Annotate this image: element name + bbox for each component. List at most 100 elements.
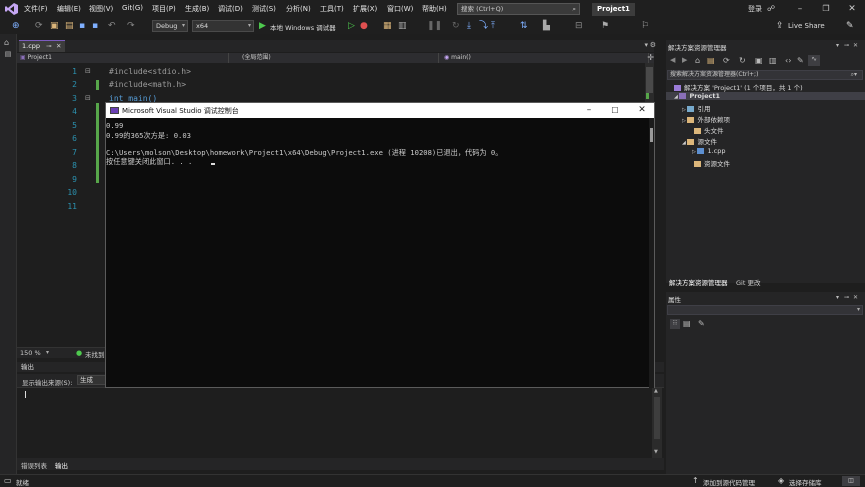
browse-icon[interactable]: ▦	[383, 21, 393, 31]
start-without-debug-icon[interactable]: ▷	[348, 21, 358, 31]
menu-help[interactable]: 帮助(H)	[422, 4, 447, 14]
back-icon[interactable]: ◀	[670, 56, 675, 64]
restore-button[interactable]: ❐	[819, 2, 833, 16]
search-box[interactable]: 搜索 (Ctrl+Q) ⌕	[457, 3, 580, 15]
output-text-area[interactable]: ▲ ▼	[17, 387, 664, 458]
categorized-icon[interactable]: ⁝⁝	[670, 319, 680, 329]
step-into-icon[interactable]: ⤓	[467, 21, 477, 31]
collapse-icon[interactable]: ⊟	[85, 94, 91, 102]
pin-icon[interactable]: ⊸	[46, 41, 51, 52]
output-scrollbar[interactable]: ▲ ▼	[652, 388, 662, 458]
properties-object-selector[interactable]: ▾	[667, 305, 863, 315]
scrollbar-thumb[interactable]	[654, 397, 660, 439]
live-share-button[interactable]: Live Share	[788, 22, 825, 30]
tab-git-changes[interactable]: Git 更改	[736, 277, 760, 287]
tab-overflow-icon[interactable]: ▾	[644, 41, 648, 49]
menu-edit[interactable]: 编辑(E)	[57, 4, 81, 14]
settings-gear-icon[interactable]: ⚙	[650, 41, 656, 49]
preview-feature-icon[interactable]: ✎	[846, 21, 856, 31]
issues-status-text[interactable]: 未找到	[85, 349, 105, 359]
menu-project[interactable]: 项目(P)	[152, 4, 176, 14]
add-to-source-control[interactable]: 添加到源代码管理	[703, 477, 755, 487]
step-out-icon[interactable]: ⤒	[491, 21, 501, 31]
panel-close-icon[interactable]: ✕	[853, 42, 858, 49]
home-icon[interactable]: ⌂	[695, 56, 700, 65]
undo-icon[interactable]: ↶	[108, 21, 118, 31]
tab-error-list[interactable]: 错误列表	[21, 460, 47, 470]
forward-nav-icon[interactable]: ▶	[682, 56, 687, 64]
zoom-level[interactable]: 150 %	[20, 349, 41, 357]
alphabetical-icon[interactable]: ▤	[683, 319, 691, 328]
panel-close-icon[interactable]: ✕	[853, 294, 858, 301]
menu-tools[interactable]: 工具(T)	[320, 4, 344, 14]
notifications-icon[interactable]: ◫	[842, 476, 860, 486]
live-share-icon[interactable]: ⇪	[776, 21, 786, 31]
property-pages-icon[interactable]: ✎	[698, 319, 705, 328]
save-icon[interactable]: ▪	[79, 21, 89, 31]
login-link[interactable]: 登录	[748, 4, 762, 14]
step-over-icon[interactable]: ⤵	[479, 21, 489, 31]
config-dropdown[interactable]: Debug	[152, 20, 188, 32]
toolbox-tab[interactable]: ▤	[4, 50, 12, 58]
panel-options-icon[interactable]: ▾	[836, 42, 839, 49]
nav-project-dropdown[interactable]: ▣ Project1	[17, 53, 229, 63]
menu-analyze[interactable]: 分析(N)	[286, 4, 311, 14]
tree-file-1cpp[interactable]: ▷ 1.cpp	[692, 147, 725, 155]
menu-test[interactable]: 测试(S)	[252, 4, 276, 14]
tab-output[interactable]: 输出	[55, 460, 68, 470]
split-editor-icon[interactable]: ✛	[647, 53, 654, 63]
menu-window[interactable]: 窗口(W)	[387, 4, 413, 14]
solution-search-box[interactable]: 搜索解决方案资源管理器(Ctrl+;) ⌕▾	[667, 70, 863, 80]
panel-pin-icon[interactable]: ⊸	[844, 42, 849, 49]
collapse-icon[interactable]: ⊟	[85, 67, 91, 75]
scrollbar-thumb[interactable]	[646, 67, 653, 93]
tree-header-files[interactable]: 头文件	[694, 125, 724, 135]
diagnostics-icon[interactable]: ▙	[543, 21, 553, 31]
tree-external-deps[interactable]: ▷ 外部依赖项	[682, 114, 730, 124]
nav-scope-dropdown[interactable]: (全局范围)	[239, 53, 439, 63]
new-item-icon[interactable]: ⊕	[12, 21, 22, 31]
menu-build[interactable]: 生成(B)	[185, 4, 209, 14]
forward-icon[interactable]: ⟳	[35, 21, 45, 31]
new-project-icon[interactable]: ▣	[50, 21, 60, 31]
console-output[interactable]: 0.99 0.99的365次方是: 0.03 C:\Users\molson\D…	[106, 118, 654, 388]
tab-1cpp[interactable]: 1.cpp ⊸ ✕	[19, 40, 65, 52]
run-debugger-button[interactable]: 本地 Windows 调试器	[270, 22, 336, 32]
console-minimize-button[interactable]: –	[579, 104, 599, 117]
save-all-icon[interactable]: ▪	[92, 21, 102, 31]
comment-icon[interactable]: ⊟	[575, 21, 585, 31]
code-view-icon[interactable]: ‹›	[785, 56, 791, 65]
console-scrollbar[interactable]	[649, 118, 654, 388]
tree-resource-files[interactable]: 资源文件	[694, 158, 730, 168]
zoom-dropdown-icon[interactable]: ▾	[46, 349, 49, 356]
preview-icon[interactable]: ∿	[808, 55, 820, 66]
switch-views-icon[interactable]: ▤	[707, 56, 715, 65]
console-scrollbar-thumb[interactable]	[650, 128, 653, 142]
tree-references[interactable]: ▷ 引用	[682, 103, 710, 113]
panel-pin-icon[interactable]: ⊸	[844, 294, 849, 301]
panel-options-icon[interactable]: ▾	[836, 294, 839, 301]
server-explorer-icon[interactable]: ⌂	[4, 38, 9, 47]
hot-reload-icon[interactable]: ●	[360, 21, 370, 31]
refresh-icon[interactable]: ↻	[739, 56, 746, 65]
console-close-button[interactable]: ✕	[632, 104, 652, 117]
bookmark-icon[interactable]: ⚑	[601, 21, 611, 31]
minimize-button[interactable]: –	[793, 2, 807, 16]
properties-wrench-icon[interactable]: ✎	[797, 56, 804, 65]
tree-source-files[interactable]: ◢ 源文件	[682, 136, 717, 146]
scroll-down-icon[interactable]: ▼	[654, 449, 658, 455]
menu-file[interactable]: 文件(F)	[24, 4, 48, 14]
menu-extensions[interactable]: 扩展(X)	[353, 4, 377, 14]
tab-solution-explorer[interactable]: 解决方案资源管理器	[669, 277, 728, 287]
menu-git[interactable]: Git(G)	[122, 4, 143, 12]
debug-console-window[interactable]: Microsoft Visual Studio 调试控制台 – ☐ ✕ 0.99…	[105, 102, 655, 388]
layout-icon[interactable]: ▥	[398, 21, 408, 31]
menu-view[interactable]: 视图(V)	[89, 4, 113, 14]
scroll-up-icon[interactable]: ▲	[654, 388, 658, 394]
open-folder-icon[interactable]: ▤	[65, 21, 75, 31]
feedback-icon[interactable]: ☍	[764, 2, 778, 16]
nav-function-dropdown[interactable]: ◉ main()	[441, 53, 649, 63]
redo-icon[interactable]: ↷	[127, 21, 137, 31]
start-debug-icon[interactable]: ▶	[259, 21, 269, 31]
close-button[interactable]: ✕	[845, 2, 859, 16]
